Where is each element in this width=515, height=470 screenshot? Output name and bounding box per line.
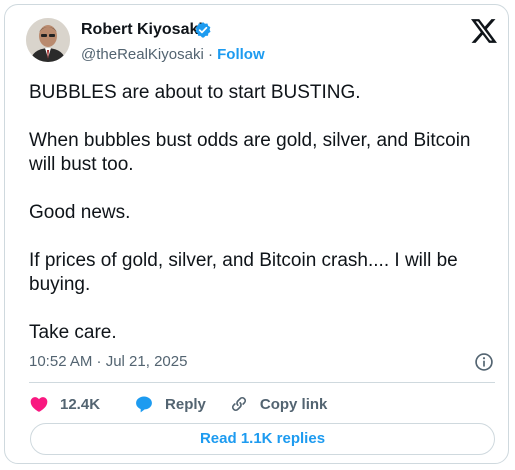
portrait-avatar (26, 18, 70, 62)
author-handle-row: @theRealKiyosaki · Follow (81, 45, 265, 65)
tweet-paragraph: Take care. (29, 322, 117, 343)
follow-button[interactable]: Follow (217, 46, 265, 63)
reply-bubble-icon (136, 396, 152, 413)
copy-link-button[interactable]: Copy link (229, 394, 328, 414)
heart-icon (30, 397, 48, 412)
read-replies-button[interactable]: Read 1.1K replies (30, 423, 495, 455)
tweet-paragraph: When bubbles bust odds are gold, silver,… (29, 130, 471, 175)
tweet-text: BUBBLES are about to start BUSTING. When… (29, 81, 499, 345)
like-button[interactable]: 12.4K (29, 394, 100, 414)
x-logo-icon[interactable] (471, 19, 497, 43)
link-icon (231, 396, 246, 412)
like-count: 12.4K (60, 395, 101, 413)
avatar[interactable] (26, 18, 70, 62)
tweet-card: Robert Kiyosaki @theRealKiyosaki · Follo… (4, 4, 509, 464)
author-name[interactable]: Robert Kiyosaki (81, 20, 203, 40)
reply-label: Reply (165, 395, 206, 413)
reply-button[interactable]: Reply (134, 394, 206, 414)
tweet-paragraph: If prices of gold, silver, and Bitcoin c… (29, 250, 458, 295)
copy-link-label: Copy link (259, 395, 328, 413)
info-icon[interactable] (474, 352, 494, 372)
tweet-timestamp[interactable]: 10:52 AM · Jul 21, 2025 (29, 352, 187, 372)
verified-badge-icon (195, 22, 211, 38)
tweet-paragraph: Good news. (29, 202, 131, 223)
divider (29, 382, 495, 383)
author-handle[interactable]: @theRealKiyosaki (81, 46, 204, 63)
action-bar: 12.4K Reply Copy link (29, 393, 327, 415)
separator-dot: · (207, 46, 213, 63)
tweet-paragraph: BUBBLES are about to start BUSTING. (29, 82, 361, 103)
